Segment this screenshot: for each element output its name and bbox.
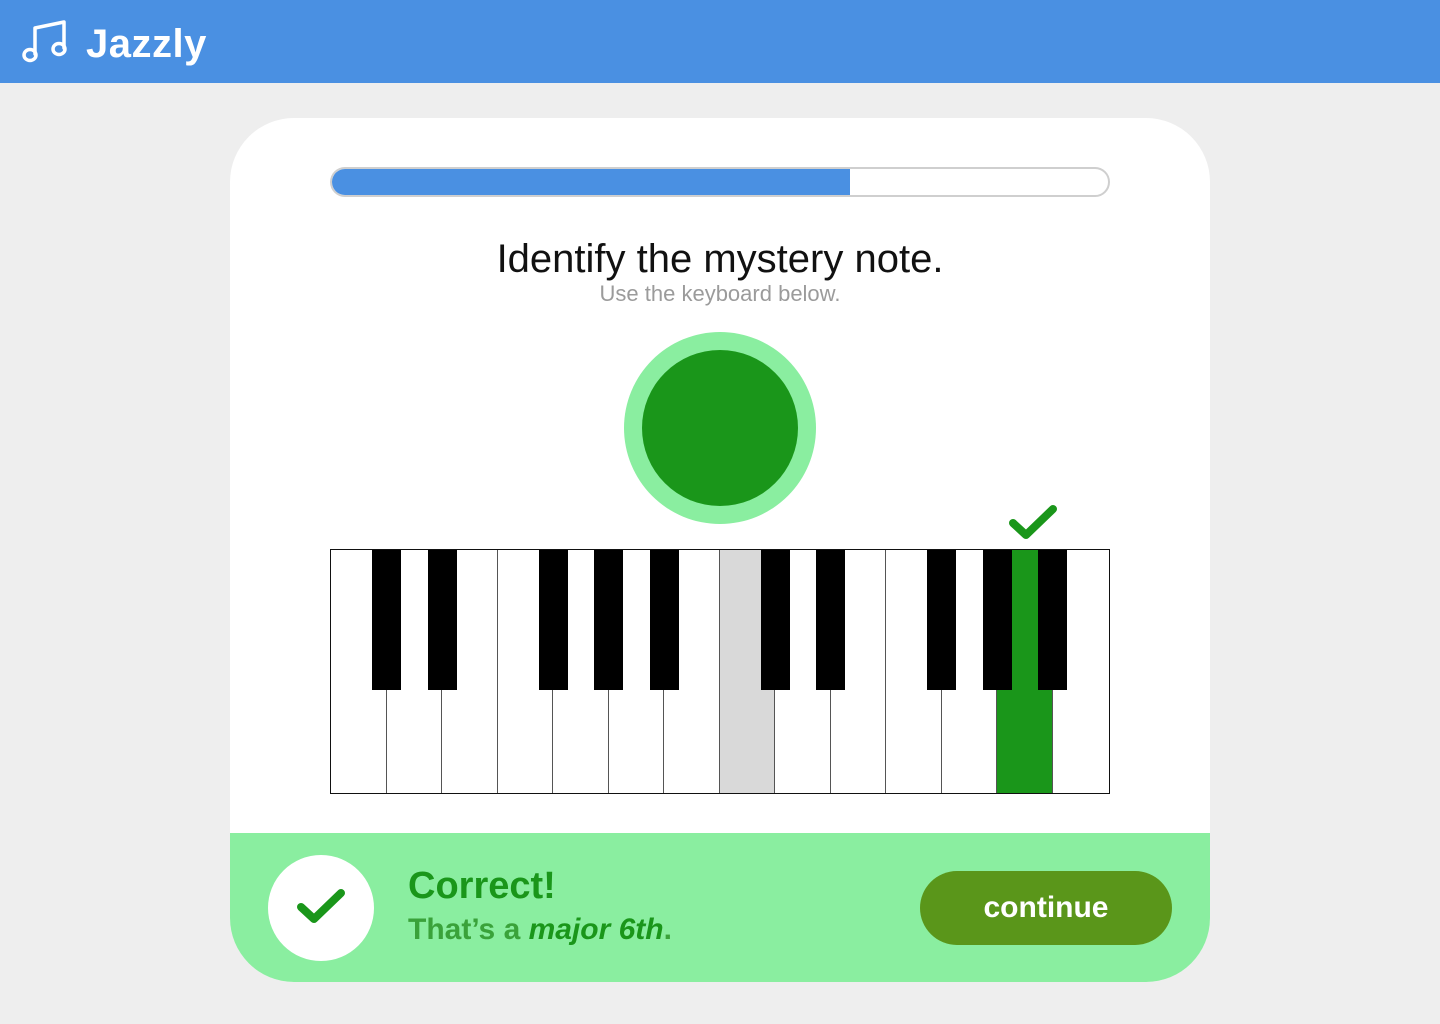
play-note-button[interactable] (624, 332, 816, 524)
piano-black-key[interactable] (649, 550, 679, 690)
piano-black-key[interactable] (982, 550, 1012, 690)
piano-black-key[interactable] (538, 550, 568, 690)
interval-name: major 6th (528, 913, 664, 946)
piano-black-key[interactable] (594, 550, 623, 690)
app-name: Jazzly (86, 22, 207, 66)
piano-black-key[interactable] (1038, 550, 1067, 690)
checkmark-icon (297, 889, 345, 923)
feedback-badge (268, 855, 374, 961)
piano-black-key[interactable] (760, 550, 790, 690)
piano-black-key[interactable] (816, 550, 845, 690)
piano-black-key[interactable] (427, 550, 457, 690)
continue-button[interactable]: continue (920, 871, 1172, 945)
feedback-title: Correct! (408, 865, 556, 907)
piano-black-key[interactable] (372, 550, 401, 690)
feedback-banner: Correct! That’s a major 6th. continue (230, 833, 1210, 982)
feedback-subtitle-suffix: . (663, 913, 672, 946)
lesson-progress-bar (330, 167, 1110, 197)
feedback-subtitle-prefix: That’s a (408, 913, 529, 946)
lesson-card: Identify the mystery note. Use the keybo… (230, 118, 1210, 982)
play-note-icon (642, 350, 798, 506)
piano-keyboard (330, 549, 1110, 794)
music-notes-icon (22, 20, 67, 63)
feedback-subtitle: That’s a major 6th. (408, 913, 672, 947)
piano-black-key[interactable] (927, 550, 956, 690)
top-bar: Jazzly (0, 0, 1440, 83)
checkmark-icon (1009, 505, 1057, 539)
question-title: Identify the mystery note. (496, 237, 944, 281)
progress-fill (332, 169, 850, 195)
question-hint: Use the keyboard below. (599, 281, 841, 306)
